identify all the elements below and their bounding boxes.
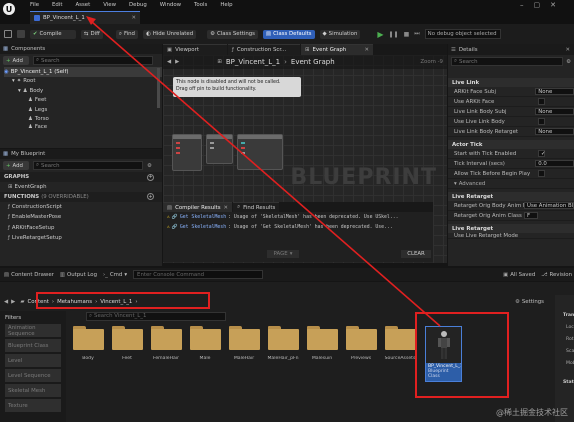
site-watermark: @稀土掘金技术社区 [496, 408, 568, 417]
annotation-arrow [86, 16, 441, 327]
